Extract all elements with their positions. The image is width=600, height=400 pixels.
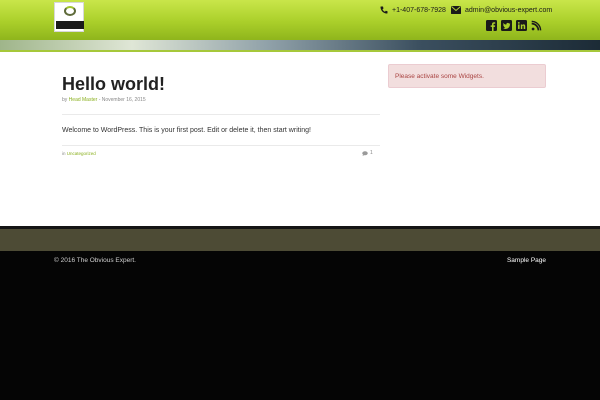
footer-link-sample-page[interactable]: Sample Page — [507, 257, 546, 264]
post-content: Welcome to WordPress. This is your first… — [62, 127, 311, 134]
header-email[interactable]: admin@obvious-expert.com — [451, 5, 552, 15]
logo-wordmark — [56, 21, 84, 29]
post-date: - November 16, 2015 — [98, 97, 146, 103]
social-links — [486, 20, 542, 31]
header-banner — [0, 40, 600, 52]
comments-link[interactable]: 1 — [362, 150, 373, 156]
phone-icon — [380, 6, 388, 14]
copyright-text: © 2016 The Obvious Expert. — [54, 257, 136, 264]
post-meta: by Head Master - November 16, 2015 — [62, 97, 146, 103]
site-header: +1-407-678-7928 admin@obvious-expert.com — [0, 0, 600, 40]
envelope-icon — [451, 6, 461, 14]
post-author-link[interactable]: Head Master — [69, 97, 98, 103]
twitter-icon[interactable] — [501, 20, 512, 31]
comment-icon — [362, 150, 368, 156]
rss-icon[interactable] — [531, 20, 542, 31]
site-logo[interactable] — [54, 2, 84, 32]
logo-mark — [64, 6, 76, 16]
divider — [62, 145, 380, 146]
email-address: admin@obvious-expert.com — [465, 6, 553, 14]
meta-by: by — [62, 97, 68, 103]
post-category: in Uncategorized — [62, 151, 96, 156]
phone-number: +1-407-678-7928 — [392, 6, 446, 14]
divider — [62, 114, 380, 115]
comment-count: 1 — [370, 150, 373, 156]
header-phone[interactable]: +1-407-678-7928 — [380, 5, 446, 15]
linkedin-icon[interactable] — [516, 20, 527, 31]
site-footer — [0, 251, 600, 400]
facebook-icon[interactable] — [486, 20, 497, 31]
post-title[interactable]: Hello world! — [62, 74, 165, 95]
widget-alert: Please activate some Widgets. — [388, 64, 546, 88]
category-link[interactable]: Uncategorized — [67, 151, 96, 156]
footer-widget-area — [0, 226, 600, 251]
category-prefix: in — [62, 151, 66, 156]
